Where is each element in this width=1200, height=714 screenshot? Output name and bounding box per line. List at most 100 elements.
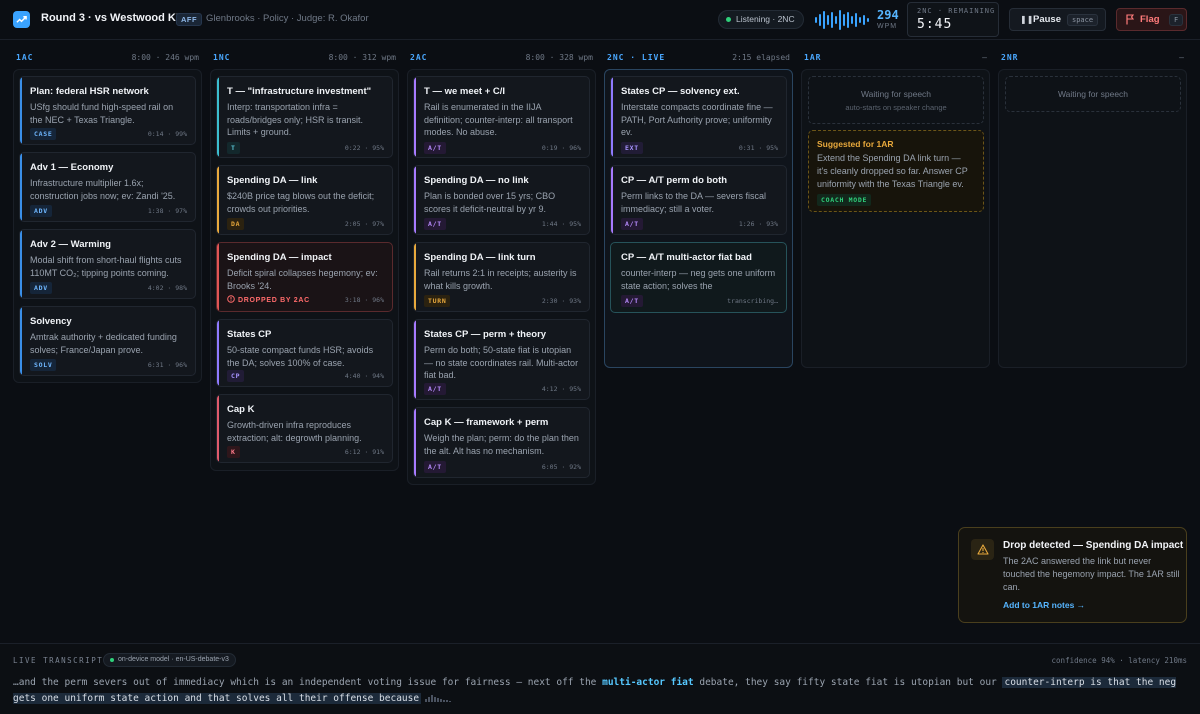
- flag-button[interactable]: Flag F: [1116, 8, 1187, 31]
- argument-card-dropped[interactable]: Spending DA — impact Deficit spiral coll…: [216, 242, 393, 312]
- card-body: $240B price tag blows out the deficit; c…: [227, 191, 375, 214]
- coach-mode-tag: COACH MODE: [817, 194, 872, 206]
- column-header-1ac: 1AC 8:00 · 246 wpm: [16, 53, 199, 62]
- waiting-label: Waiting for speech: [1057, 89, 1129, 99]
- column-name: 2NC · LIVE: [607, 53, 666, 62]
- wpm-value: 294: [877, 8, 899, 22]
- card-tag: K: [227, 446, 240, 458]
- card-body: Infrastructure multiplier 1.6x; construc…: [30, 178, 176, 201]
- column-info: 2:15 elapsed: [732, 53, 790, 62]
- pause-label: Pause: [1033, 14, 1061, 25]
- card-body: Perm do both; 50-state fiat is utopian —…: [424, 345, 579, 380]
- card-title: Spending DA — impact: [227, 252, 332, 263]
- card-body: Weigh the plan; perm: do the plan then t…: [424, 433, 579, 456]
- card-body: Interstate compacts coordinate fine — PA…: [621, 102, 773, 137]
- flow-column-2nc-live: States CP — solvency ext. Interstate com…: [604, 69, 793, 368]
- column-info: —: [982, 53, 987, 62]
- argument-card[interactable]: Plan: federal HSR network USfg should fu…: [19, 76, 196, 145]
- card-meta: 4:40 · 94%: [344, 372, 384, 380]
- card-title: Spending DA — link turn: [424, 252, 536, 263]
- flow-column-1nc: T — "infrastructure investment" Interp: …: [210, 69, 399, 471]
- round-meta: Glenbrooks · Policy · Judge: R. Okafor: [206, 13, 369, 24]
- card-meta: 2:30 · 93%: [541, 297, 581, 305]
- argument-card[interactable]: Solvency Amtrak authority + dedicated fu…: [19, 306, 196, 376]
- argument-card[interactable]: T — "infrastructure investment" Interp: …: [216, 76, 393, 158]
- card-title: T — "infrastructure investment": [227, 86, 372, 97]
- card-body: counter-interp — neg gets one uniform st…: [621, 268, 776, 291]
- card-title: CP — A/T multi-actor fiat bad: [621, 252, 752, 263]
- column-name: 1NC: [213, 53, 231, 62]
- card-body: Modal shift from short-haul flights cuts…: [30, 255, 182, 278]
- card-body: Rail is enumerated in the IIJA definitio…: [424, 102, 573, 137]
- column-name: 1AC: [16, 53, 34, 62]
- card-accent: [414, 320, 416, 399]
- argument-card[interactable]: CP — A/T perm do both Perm links to the …: [610, 165, 787, 235]
- transcript-segment: …and the perm severs out of immediacy wh…: [13, 677, 603, 688]
- argument-card[interactable]: States CP — solvency ext. Interstate com…: [610, 76, 787, 158]
- argument-card[interactable]: Adv 2 — Warming Modal shift from short-h…: [19, 229, 196, 299]
- waiting-sub-label: auto-starts on speaker change: [845, 103, 947, 112]
- column-name: 2AC: [410, 53, 428, 62]
- card-meta: 3:18 · 96%: [344, 296, 384, 304]
- warning-icon: [971, 539, 994, 560]
- card-accent: [217, 320, 219, 386]
- pause-icon: ❚❚: [1020, 15, 1034, 24]
- timer-value: 5:45: [917, 17, 953, 32]
- argument-card[interactable]: Adv 1 — Economy Infrastructure multiplie…: [19, 152, 196, 222]
- flag-icon: [1126, 14, 1134, 25]
- waveform-icon: [815, 10, 869, 30]
- waiting-placeholder: Waiting for speech: [1005, 76, 1181, 112]
- flow-column-2ac: T — we meet + C/I Rail is enumerated in …: [407, 69, 596, 485]
- card-body: USfg should fund high-speed rail on the …: [30, 102, 174, 125]
- coach-suggestion[interactable]: Suggested for 1AR Extend the Spending DA…: [808, 130, 984, 212]
- argument-card[interactable]: Cap K — framework + perm Weigh the plan;…: [413, 407, 590, 478]
- card-meta: 6:12 · 91%: [344, 448, 384, 456]
- card-title: States CP: [227, 329, 272, 340]
- card-tag: SOLV: [30, 359, 57, 371]
- pause-button[interactable]: ❚❚ Pause space: [1009, 8, 1106, 31]
- card-meta: 6:05 · 92%: [541, 463, 581, 471]
- transcript-text: …and the perm severs out of immediacy wh…: [13, 675, 1188, 706]
- argument-card[interactable]: Cap K Growth-driven infra reproduces ext…: [216, 394, 393, 463]
- card-accent: [414, 77, 416, 157]
- column-info: —: [1179, 53, 1184, 62]
- card-title: Adv 1 — Economy: [30, 162, 114, 173]
- card-tag: CASE: [30, 128, 57, 140]
- argument-card[interactable]: T — we meet + C/I Rail is enumerated in …: [413, 76, 590, 158]
- transcript-label: LIVE TRANSCRIPT: [13, 656, 104, 665]
- card-tag: TURN: [424, 295, 451, 307]
- live-audio-icon: [425, 694, 452, 702]
- card-accent: [611, 166, 613, 234]
- column-name: 1AR: [804, 53, 822, 62]
- card-meta: 1:44 · 95%: [541, 220, 581, 228]
- argument-card[interactable]: Spending DA — no link Plan is bonded ove…: [413, 165, 590, 235]
- argument-card[interactable]: States CP 50-state compact funds HSR; av…: [216, 319, 393, 387]
- card-title: Plan: federal HSR network: [30, 86, 149, 97]
- column-info: 8:00 · 246 wpm: [131, 53, 199, 62]
- card-tag: A/T: [424, 142, 446, 154]
- card-tag: T: [227, 142, 240, 154]
- card-title: Adv 2 — Warming: [30, 239, 111, 250]
- add-to-notes-link[interactable]: Add to 1AR notes →: [1003, 600, 1085, 610]
- card-meta: 0:19 · 96%: [541, 144, 581, 152]
- suggestion-body: Extend the Spending DA link turn — it's …: [817, 153, 968, 189]
- card-tag: CP: [227, 370, 245, 382]
- card-accent: [20, 307, 22, 375]
- card-accent: [217, 166, 219, 234]
- card-body: Interp: transportation infra = roads/bri…: [227, 102, 364, 137]
- card-meta: 2:05 · 97%: [344, 220, 384, 228]
- card-meta: 1:38 · 97%: [147, 207, 187, 215]
- listening-status: Listening · 2NC: [718, 10, 804, 29]
- trend-icon: [16, 16, 27, 23]
- argument-card[interactable]: Spending DA — link turn Rail returns 2:1…: [413, 242, 590, 312]
- card-accent: [217, 77, 219, 157]
- argument-card[interactable]: Spending DA — link $240B price tag blows…: [216, 165, 393, 235]
- argument-card-transcribing[interactable]: CP — A/T multi-actor fiat bad counter-in…: [610, 242, 787, 313]
- card-title: CP — A/T perm do both: [621, 175, 728, 186]
- argument-card[interactable]: States CP — perm + theory Perm do both; …: [413, 319, 590, 400]
- model-status-dot: [110, 658, 114, 662]
- dropped-label: DROPPED BY 2AC: [238, 297, 310, 304]
- transcript-keyword: multi-actor fiat: [602, 677, 694, 688]
- live-transcript-panel: LIVE TRANSCRIPT on-device model · en-US-…: [0, 643, 1200, 714]
- model-label: on-device model · en-US-debate-v3: [118, 656, 229, 663]
